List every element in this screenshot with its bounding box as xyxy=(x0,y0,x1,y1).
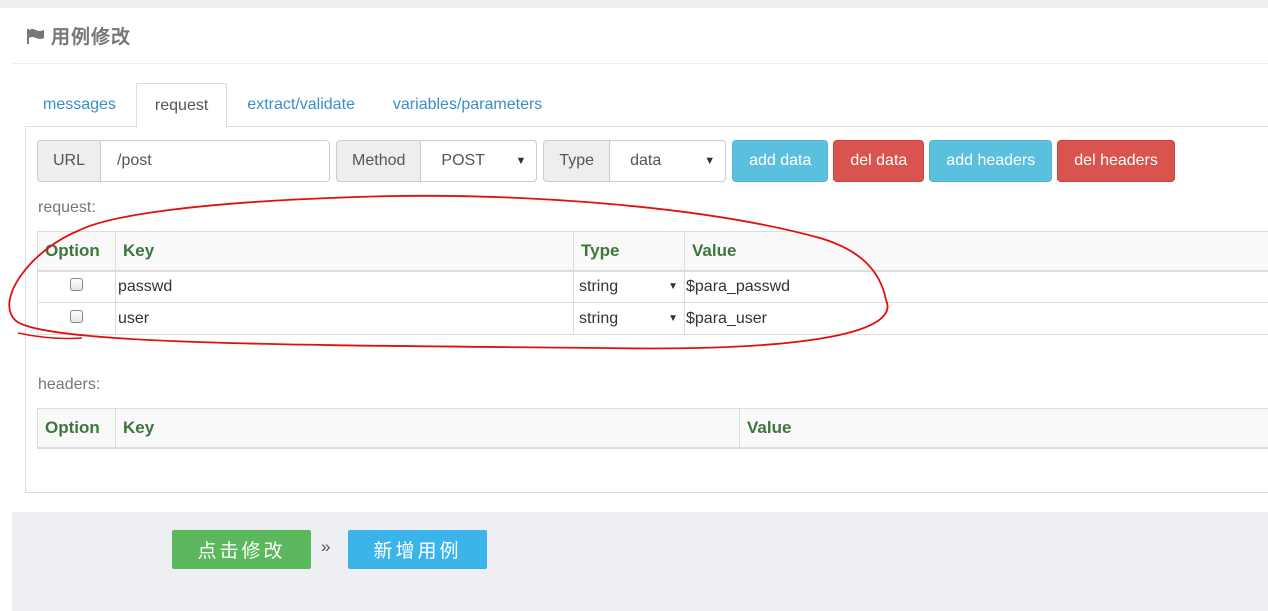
headers-section-label: headers: xyxy=(38,376,101,393)
column-header-value: Value xyxy=(684,231,1268,272)
column-header-type: Type xyxy=(573,231,685,272)
column-header-value: Value xyxy=(739,408,1268,449)
option-cell xyxy=(37,302,116,335)
url-label: URL xyxy=(37,140,101,182)
headers-table-header: Option Key Value xyxy=(37,408,1268,449)
headers-table: Option Key Value xyxy=(37,408,1268,449)
option-cell xyxy=(37,270,116,303)
type-select-value: string xyxy=(579,277,619,295)
key-cell[interactable]: passwd xyxy=(115,270,574,303)
column-header-option: Option xyxy=(37,231,116,272)
method-group: Method POST ▼ xyxy=(336,140,538,182)
caret-down-icon: ▼ xyxy=(515,155,527,167)
type-select[interactable]: data ▼ xyxy=(609,140,727,182)
type-select-value: data xyxy=(630,152,662,169)
column-header-option: Option xyxy=(37,408,116,449)
page-title: 用例修改 xyxy=(51,27,132,48)
top-strip xyxy=(0,0,1268,8)
new-case-button[interactable]: 新增用例 xyxy=(348,530,487,569)
type-select[interactable]: string ▼ xyxy=(574,310,684,328)
value-cell[interactable]: $para_passwd xyxy=(684,270,1268,303)
request-section-label: request: xyxy=(38,199,96,216)
request-toolbar: URL Method POST ▼ Type data ▼ add data d… xyxy=(37,140,1180,182)
footer-separator: » xyxy=(321,537,331,556)
type-select-value: string xyxy=(579,309,619,327)
submit-edit-button[interactable]: 点击修改 xyxy=(172,530,311,569)
method-select-value: POST xyxy=(441,152,485,169)
value-cell[interactable]: $para_user xyxy=(684,302,1268,335)
del-headers-button[interactable]: del headers xyxy=(1057,140,1175,182)
flag-icon xyxy=(27,28,44,44)
del-data-button[interactable]: del data xyxy=(833,140,925,182)
type-cell: string ▼ xyxy=(573,302,685,335)
add-headers-button[interactable]: add headers xyxy=(929,140,1053,182)
caret-down-icon: ▼ xyxy=(668,281,678,293)
table-row: passwd string ▼ $para_passwd xyxy=(37,270,1268,303)
tab-bar: messages request extract/validate variab… xyxy=(25,83,562,128)
type-select[interactable]: string ▼ xyxy=(574,278,684,296)
table-row: user string ▼ $para_user xyxy=(37,302,1268,335)
row-checkbox[interactable] xyxy=(70,277,83,291)
request-table: Option Key Type Value passwd string ▼ $p… xyxy=(37,231,1268,335)
tab-variables-parameters[interactable]: variables/parameters xyxy=(375,83,560,127)
tab-extract-validate[interactable]: extract/validate xyxy=(229,83,373,127)
url-group: URL xyxy=(37,140,331,182)
caret-down-icon: ▼ xyxy=(668,313,678,324)
method-label: Method xyxy=(336,140,421,182)
row-checkbox[interactable] xyxy=(70,309,83,323)
key-cell[interactable]: user xyxy=(115,302,574,335)
tab-messages[interactable]: messages xyxy=(25,83,134,127)
method-select[interactable]: POST ▼ xyxy=(420,140,538,182)
column-header-key: Key xyxy=(115,231,574,272)
type-label: Type xyxy=(543,140,610,182)
request-table-header: Option Key Type Value xyxy=(37,231,1268,272)
add-data-button[interactable]: add data xyxy=(732,140,829,182)
caret-down-icon: ▼ xyxy=(704,155,716,167)
url-input[interactable] xyxy=(100,140,331,182)
tab-request[interactable]: request xyxy=(135,83,228,128)
column-header-key: Key xyxy=(115,408,740,449)
page-header: 用例修改 xyxy=(12,8,1268,64)
type-group: Type data ▼ xyxy=(543,140,727,182)
type-cell: string ▼ xyxy=(573,270,685,303)
